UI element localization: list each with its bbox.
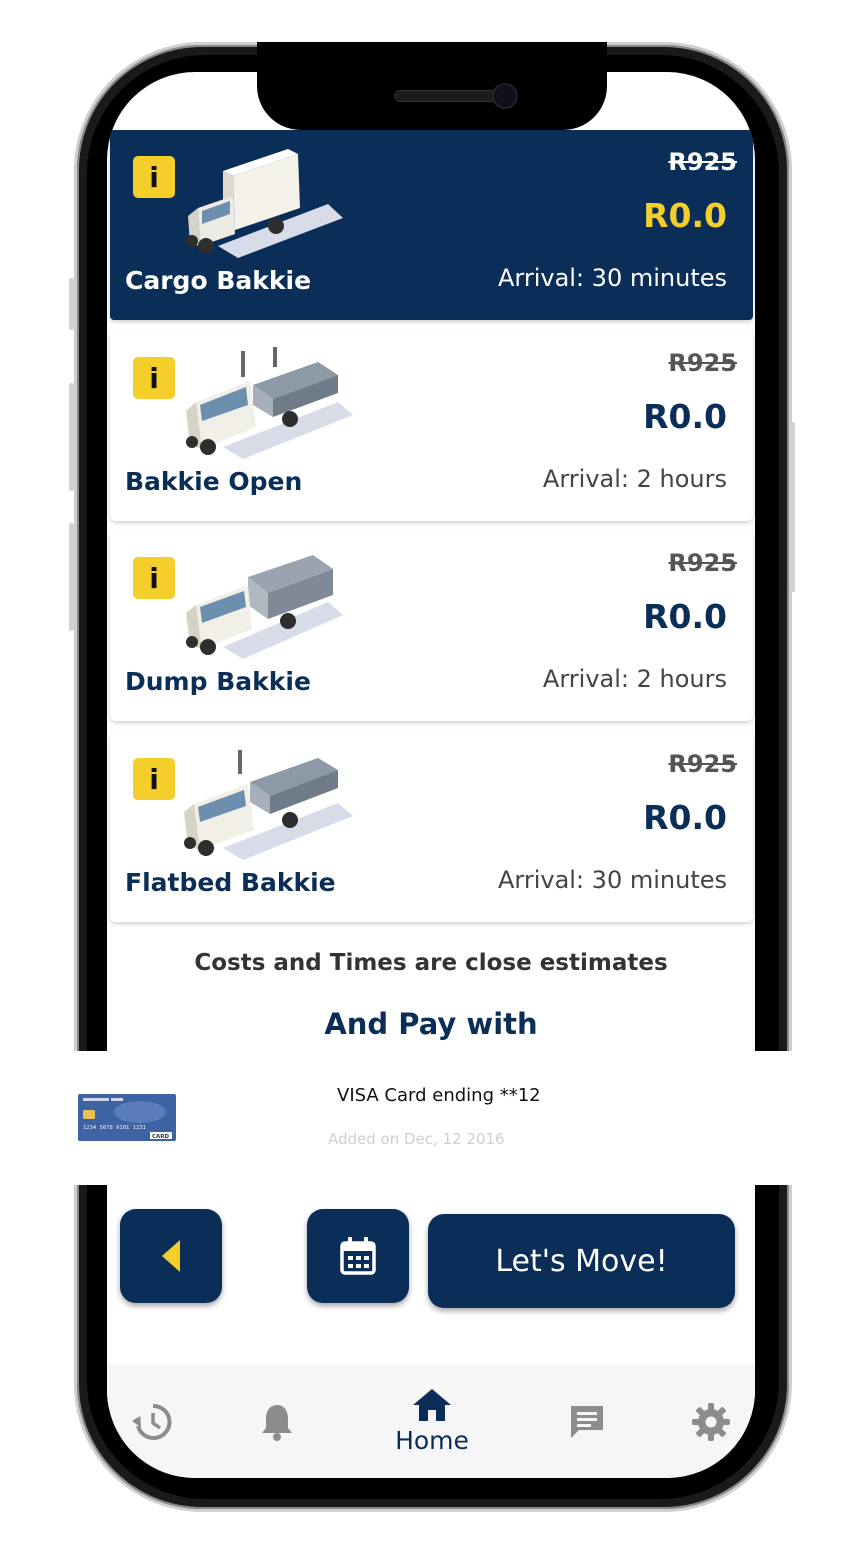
arrival-time: Arrival: 2 hours — [542, 665, 727, 693]
gear-icon — [692, 1402, 730, 1441]
side-button-mute — [69, 278, 74, 330]
arrival-time: Arrival: 30 minutes — [497, 866, 727, 894]
side-button-volume-up — [69, 383, 74, 491]
info-icon[interactable]: i — [133, 156, 175, 198]
nav-label-home: Home — [395, 1426, 469, 1455]
nav-item-home[interactable]: Home — [377, 1365, 487, 1478]
side-button-volume-down — [69, 523, 74, 631]
vehicle-name: Dump Bakkie — [125, 667, 311, 696]
vehicle-name: Bakkie Open — [125, 467, 303, 496]
info-icon[interactable]: i — [133, 758, 175, 800]
bell-icon — [262, 1404, 292, 1441]
discounted-price: R0.0 — [643, 397, 727, 436]
estimate-note: Costs and Times are close estimates — [194, 950, 668, 976]
card-label: VISA Card ending **12 — [337, 1085, 541, 1106]
discounted-price: R0.0 — [643, 196, 727, 235]
discounted-price: R0.0 — [643, 597, 727, 636]
side-button-power — [790, 422, 795, 592]
card-badge-text: CARD — [152, 1134, 170, 1140]
flatbed-bakkie-icon — [184, 750, 353, 860]
payment-title: And Pay with — [324, 1007, 538, 1041]
calendar-icon — [340, 1237, 376, 1275]
open-bakkie-icon — [186, 347, 353, 459]
nav-item-history[interactable] — [125, 1365, 181, 1478]
back-button[interactable] — [120, 1209, 222, 1303]
original-price: R925 — [668, 750, 737, 778]
info-icon[interactable]: i — [133, 357, 175, 399]
card-number-text: 1234 5678 9101 1231 — [83, 1125, 146, 1131]
app-screen: And I Cities i R925 R0.0 Arrival: 30 min… — [107, 72, 755, 1478]
speaker-grille — [394, 90, 498, 102]
nav-item-notifications[interactable] — [249, 1365, 305, 1478]
payment-method-row[interactable]: 1234 5678 9101 1231 CARD VISA Card endin… — [0, 1051, 864, 1185]
home-icon — [413, 1389, 451, 1421]
info-icon[interactable]: i — [133, 557, 175, 599]
chat-icon — [571, 1405, 603, 1438]
arrival-time: Arrival: 30 minutes — [497, 264, 727, 292]
arrival-time: Arrival: 2 hours — [542, 465, 727, 493]
front-camera — [492, 83, 518, 109]
bottom-nav: Home — [107, 1365, 755, 1478]
vehicle-card-dump-bakkie[interactable]: i R925 R0.0 Arrival: 2 hours Dump Bakkie — [110, 531, 753, 721]
dump-bakkie-icon — [186, 555, 343, 659]
vehicle-card-flatbed-bakkie[interactable]: i R925 R0.0 Arrival: 30 minutes Flatbed … — [110, 732, 753, 922]
vehicle-card-bakkie-open[interactable]: i R925 R0.0 Arrival: 2 hours Bakkie Open — [110, 331, 753, 521]
caret-left-icon — [162, 1240, 180, 1272]
vehicle-name: Flatbed Bakkie — [125, 868, 336, 897]
lets-move-button[interactable]: Let's Move! — [428, 1214, 735, 1308]
nav-item-messages[interactable] — [559, 1365, 615, 1478]
original-price: R925 — [668, 148, 737, 176]
schedule-button[interactable] — [307, 1209, 409, 1303]
cargo-truck-icon — [186, 149, 343, 258]
original-price: R925 — [668, 349, 737, 377]
discounted-price: R0.0 — [643, 798, 727, 837]
history-icon — [133, 1403, 172, 1440]
phone-notch — [257, 42, 607, 130]
nav-item-settings[interactable] — [683, 1365, 739, 1478]
original-price: R925 — [668, 549, 737, 577]
card-added-date: Added on Dec, 12 2016 — [328, 1130, 505, 1148]
credit-card-icon: 1234 5678 9101 1231 CARD — [78, 1094, 176, 1141]
vehicle-card-cargo-bakkie[interactable]: i R925 R0.0 Arrival: 30 minutes Cargo Ba… — [110, 130, 753, 320]
vehicle-name: Cargo Bakkie — [125, 266, 312, 295]
